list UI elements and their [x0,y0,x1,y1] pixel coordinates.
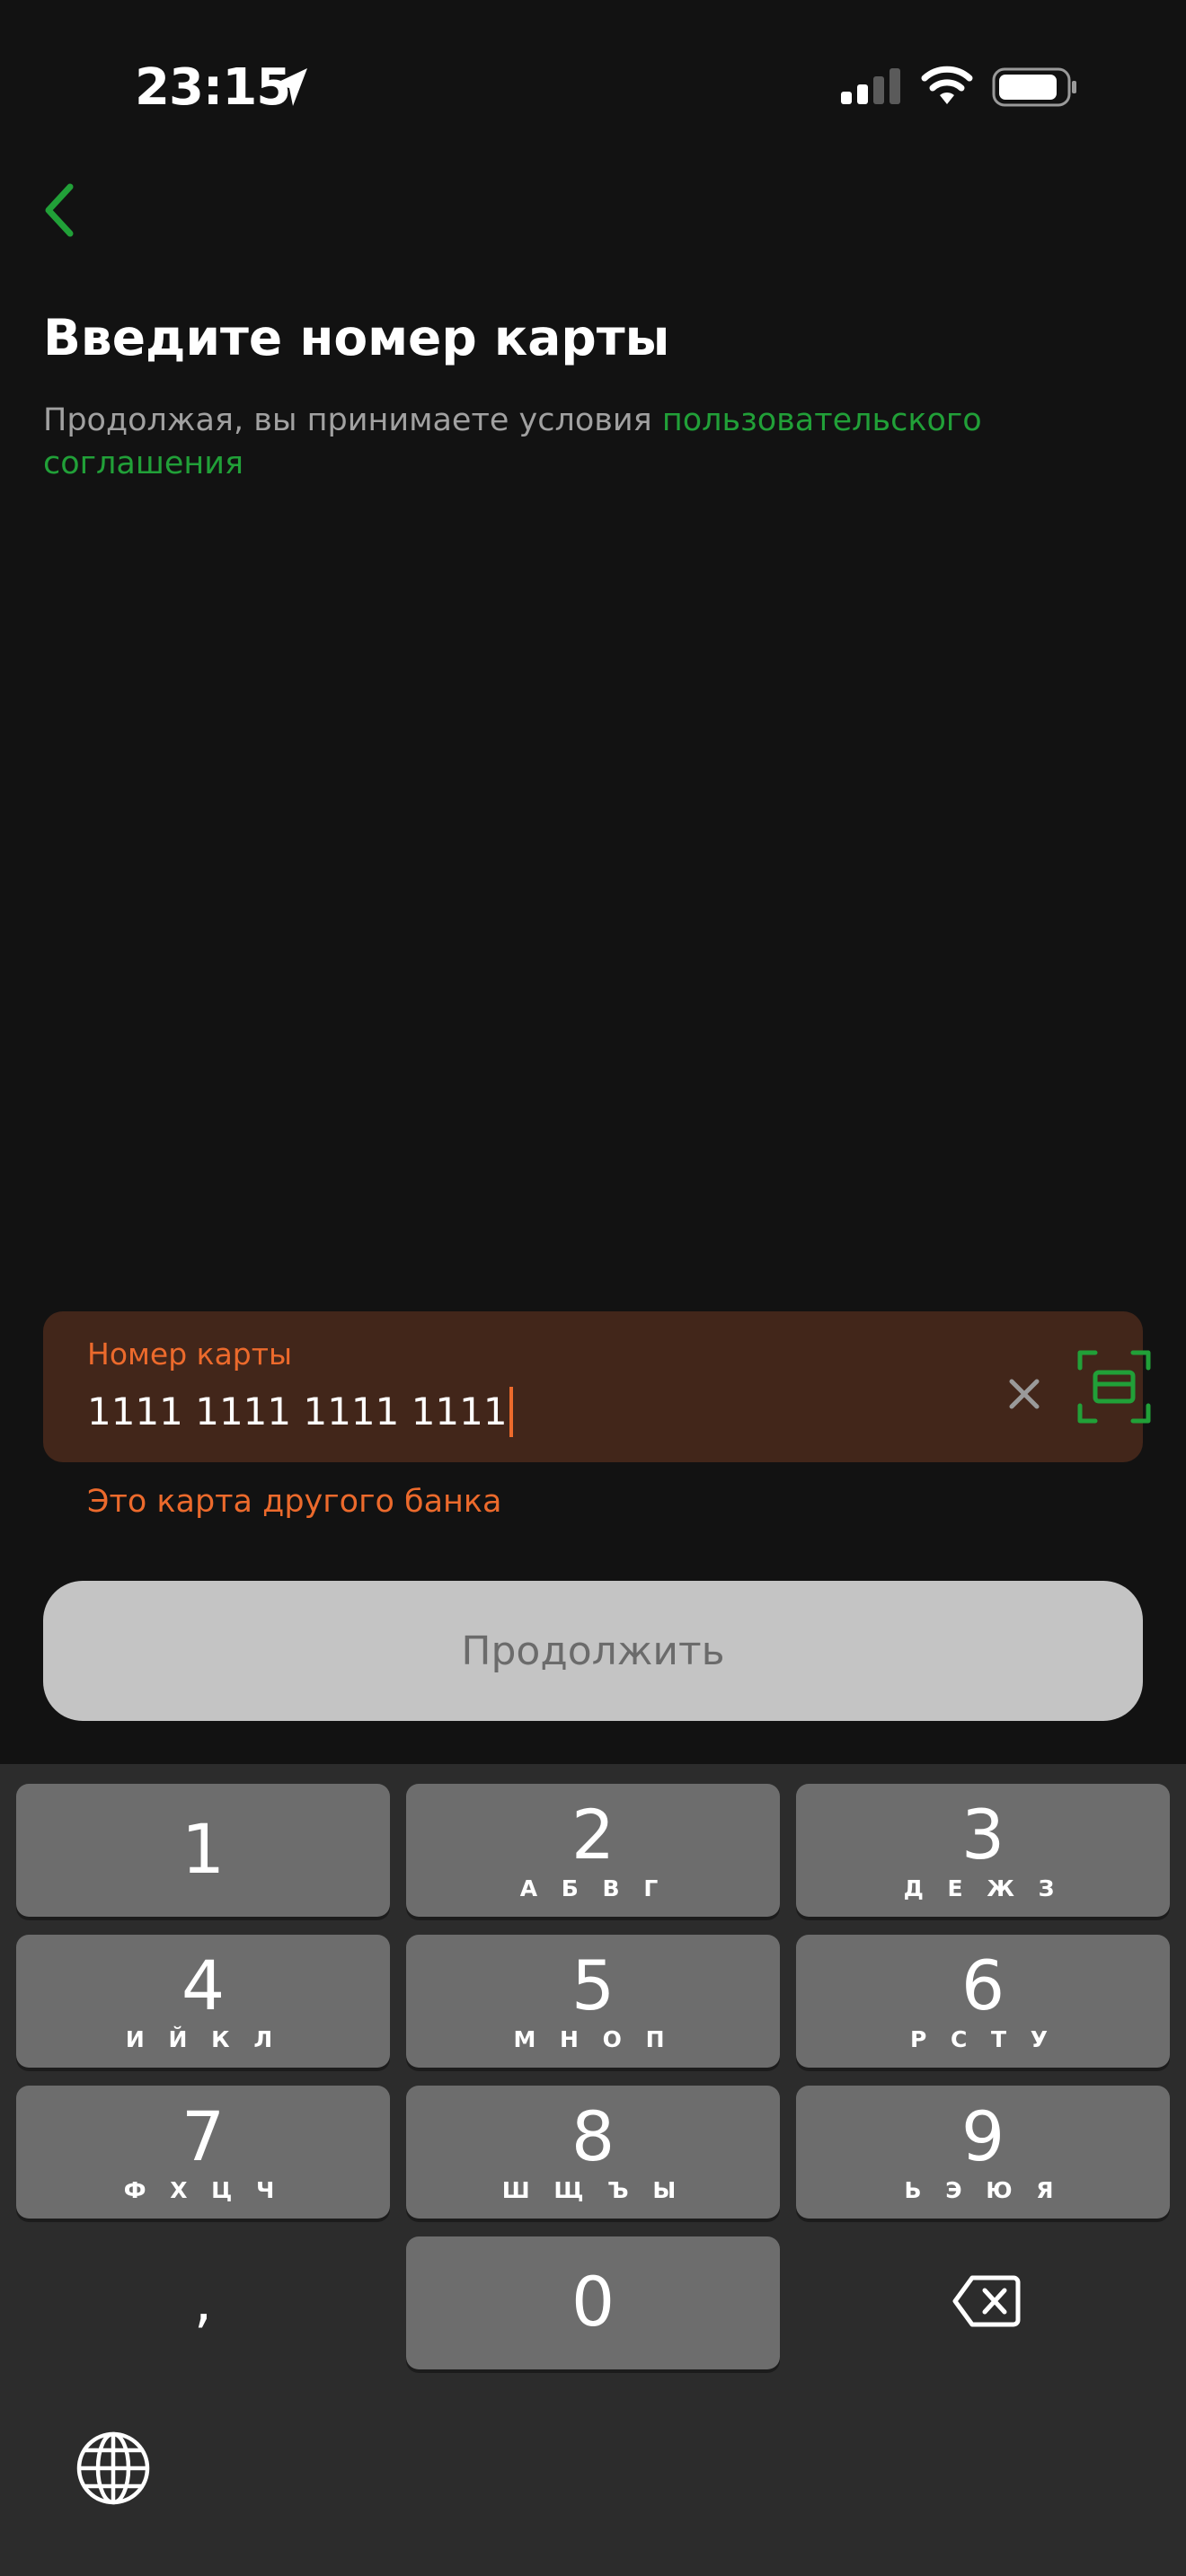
card-number-input[interactable]: 1111 1111 1111 1111 [87,1387,513,1437]
key-3[interactable]: 3 Д Е Ж З [796,1784,1170,1917]
key-0[interactable]: 0 [406,2236,780,2369]
status-time: 23:15 [135,58,291,117]
key-digit: 2 [571,1795,615,1875]
card-error-message: Это карта другого банка [87,1484,502,1520]
key-letters: Р С Т У [909,2026,1057,2052]
key-digit: 7 [181,2096,226,2176]
battery-icon [992,67,1076,107]
agreement-text: Продолжая, вы принимаете условия пользов… [43,399,1103,485]
key-letters: Ф Х Ц Ч [123,2177,283,2203]
key-digit: 1 [181,1809,226,1889]
globe-icon [76,2431,150,2505]
continue-button[interactable]: Продолжить [43,1581,1143,1721]
card-number-label: Номер карты [87,1337,293,1372]
key-comma[interactable]: , [16,2236,390,2369]
key-2[interactable]: 2 А Б В Г [406,1784,780,1917]
key-digit: 9 [960,2096,1005,2176]
key-digit: 6 [960,1945,1005,2025]
cellular-signal-icon [841,68,900,104]
key-letters: М Н О П [513,2026,673,2052]
scan-card-button[interactable] [1075,1347,1154,1426]
status-bar: 23:15 [0,0,1186,172]
key-letters: Ь Э Ю Я [904,2177,1062,2203]
key-letters: Ш Щ Ъ Ы [501,2177,685,2203]
page-title: Введите номер карты [43,309,670,366]
close-icon [1009,1379,1040,1409]
wifi-icon [921,66,973,104]
globe-button[interactable] [74,2429,153,2508]
key-digit: 0 [571,2262,615,2342]
key-5[interactable]: 5 М Н О П [406,1935,780,2068]
key-letters: И Й К Л [125,2026,281,2052]
key-backspace[interactable] [796,2236,1170,2369]
key-letters: А Б В Г [519,1875,667,1901]
key-digit: 5 [571,1945,615,2025]
card-scan-icon [1077,1350,1151,1424]
backspace-icon [952,2275,1021,2327]
key-8[interactable]: 8 Ш Щ Ъ Ы [406,2086,780,2219]
card-number-value: 1111 1111 1111 1111 [87,1389,508,1434]
numeric-keyboard: 1 2 А Б В Г 3 Д Е Ж З 4 И Й К Л 5 М Н О … [0,1764,1186,2576]
agreement-prefix: Продолжая, вы принимаете условия [43,402,662,438]
key-digit: 3 [960,1795,1005,1875]
chevron-left-icon [45,183,74,237]
key-letters: Д Е Ж З [903,1875,1063,1901]
key-digit: 8 [571,2096,615,2176]
key-4[interactable]: 4 И Й К Л [16,1935,390,2068]
clear-button[interactable] [996,1365,1053,1423]
key-7[interactable]: 7 Ф Х Ц Ч [16,2086,390,2219]
location-arrow-icon [273,68,307,106]
key-6[interactable]: 6 Р С Т У [796,1935,1170,2068]
key-9[interactable]: 9 Ь Э Ю Я [796,2086,1170,2219]
comma-label: , [193,2269,213,2335]
text-cursor [509,1387,513,1437]
key-1[interactable]: 1 [16,1784,390,1917]
back-button[interactable] [25,176,93,244]
card-number-field[interactable]: Номер карты 1111 1111 1111 1111 [43,1311,1151,1462]
key-digit: 4 [181,1945,226,2025]
